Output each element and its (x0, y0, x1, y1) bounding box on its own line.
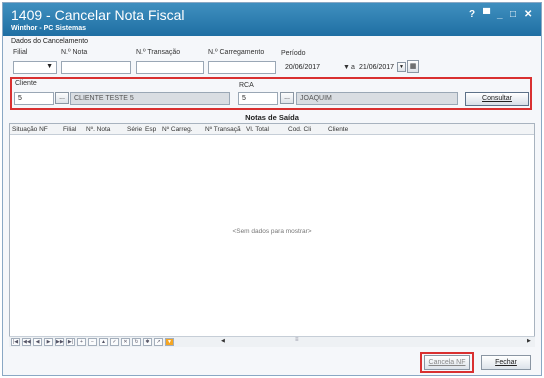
column-header[interactable]: Situação NF (12, 126, 48, 133)
rca-lookup-button[interactable]: ... (280, 92, 294, 104)
consultar-button[interactable]: Consultar (465, 92, 529, 106)
cliente-code-input[interactable]: 5 (14, 92, 54, 105)
rca-label: RCA (239, 82, 254, 89)
filial-label: Filial (13, 49, 28, 56)
cliente-label: Cliente (15, 80, 37, 87)
periodo-end-input[interactable]: 21/06/2017 (357, 61, 397, 74)
scroll-thumb[interactable]: ≡ (295, 337, 299, 343)
help-button[interactable]: ? (469, 9, 475, 20)
close-button[interactable]: ✕ (524, 9, 532, 20)
theme-button[interactable]: ▀ (483, 9, 490, 20)
scroll-right-icon[interactable]: ▶ (527, 338, 531, 344)
first-page-icon[interactable]: |◀ (11, 338, 20, 346)
chevron-down-icon: ▼ (46, 63, 53, 70)
maximize-button[interactable]: □ (510, 9, 516, 20)
filter-icon[interactable]: ▼ (165, 338, 174, 346)
filial-select[interactable]: ▼ (13, 61, 57, 74)
nota-input[interactable] (61, 61, 131, 74)
chevron-down-icon[interactable]: ▼ (397, 62, 406, 72)
grid-navigator: |◀ ◀◀ ◀ ▶ ▶▶ ▶| + − ▲ ✓ ✕ ↻ ✱ ↗ ▼ ◀ ≡ ▶ (9, 336, 535, 347)
scroll-left-icon[interactable]: ◀ (221, 338, 225, 344)
column-header[interactable]: Vl. Total (246, 126, 269, 133)
periodo-label: Período (281, 50, 306, 57)
cancela-nf-button[interactable]: Cancela NF (424, 355, 470, 370)
rca-name-field: JOAQUIM (296, 92, 458, 105)
rca-code-input[interactable]: 5 (238, 92, 278, 105)
up-icon[interactable]: ▲ (99, 338, 108, 346)
window-title: 1409 - Cancelar Nota Fiscal (11, 7, 185, 23)
main-window: 1409 - Cancelar Nota Fiscal Winthor - PC… (2, 2, 542, 376)
nota-label: N.º Nota (61, 49, 88, 56)
column-header[interactable]: Filial (63, 126, 76, 133)
cancel-icon[interactable]: ✕ (121, 338, 130, 346)
empty-message: <Sem dados para mostrar> (232, 228, 312, 235)
periodo-separator: a (351, 64, 355, 71)
grid-title: Notas de Saída (245, 113, 299, 122)
cliente-name-field: CLIENTE TESTE 5 (70, 92, 230, 105)
carregamento-label: N.º Carregamento (208, 49, 265, 56)
column-header[interactable]: Nº. Nota (86, 126, 110, 133)
remove-icon[interactable]: − (88, 338, 97, 346)
calendar-icon[interactable]: ▦ (407, 60, 419, 73)
last-page-icon[interactable]: ▶| (66, 338, 75, 346)
check-icon[interactable]: ✓ (110, 338, 119, 346)
horizontal-scrollbar[interactable]: ◀ ≡ ▶ (221, 337, 533, 346)
prev-record-icon[interactable]: ◀ (33, 338, 42, 346)
column-header[interactable]: Esp (145, 126, 156, 133)
periodo-start-input[interactable]: 20/06/2017 (281, 61, 343, 74)
bookmark-icon[interactable]: ✱ (143, 338, 152, 346)
column-header[interactable]: Nº Carreg. (162, 126, 193, 133)
column-header[interactable]: Série (127, 126, 142, 133)
prev-page-icon[interactable]: ◀◀ (22, 338, 31, 346)
column-header[interactable]: Cod. Cli (288, 126, 311, 133)
minimize-button[interactable]: _ (497, 9, 503, 20)
chevron-down-icon[interactable]: ▼ (343, 64, 350, 71)
group-label: Dados do Cancelamento (11, 38, 89, 45)
notas-grid[interactable]: Situação NF Filial Nº. Nota Série Esp Nº… (9, 123, 535, 347)
refresh-icon[interactable]: ↻ (132, 338, 141, 346)
title-bar: 1409 - Cancelar Nota Fiscal Winthor - PC… (3, 3, 541, 36)
fechar-button[interactable]: Fechar (481, 355, 531, 370)
grid-header: Situação NF Filial Nº. Nota Série Esp Nº… (10, 124, 534, 135)
cliente-lookup-button[interactable]: ... (55, 92, 69, 104)
window-subtitle: Winthor - PC Sistemas (11, 25, 87, 32)
transacao-input[interactable] (136, 61, 204, 74)
next-page-icon[interactable]: ▶▶ (55, 338, 64, 346)
transacao-label: N.º Transação (136, 49, 181, 56)
add-icon[interactable]: + (77, 338, 86, 346)
goto-bookmark-icon[interactable]: ↗ (154, 338, 163, 346)
column-header[interactable]: Nº Transaçã (205, 126, 241, 133)
next-record-icon[interactable]: ▶ (44, 338, 53, 346)
carregamento-input[interactable] (208, 61, 276, 74)
column-header[interactable]: Cliente (328, 126, 348, 133)
